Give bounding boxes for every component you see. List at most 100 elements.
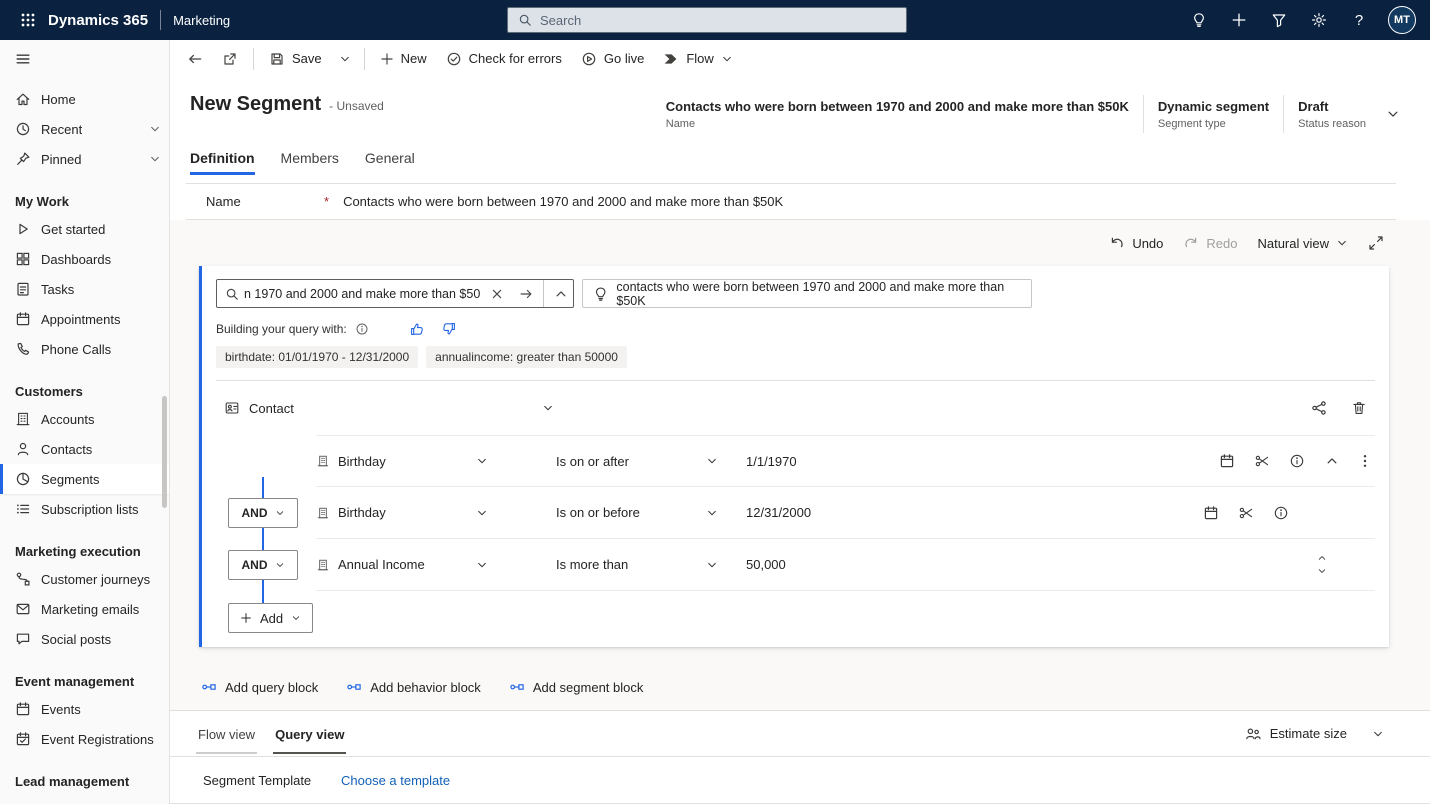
sidebar-item-phone-calls[interactable]: Phone Calls: [0, 334, 169, 364]
help-button[interactable]: ?: [1340, 0, 1378, 40]
sidebar-item-contacts[interactable]: Contacts: [0, 434, 169, 464]
add-segment-block-button[interactable]: Add segment block: [509, 679, 644, 695]
tab-members[interactable]: Members: [281, 150, 339, 175]
condition-value-input[interactable]: 12/31/2000: [746, 505, 1203, 520]
undo-button[interactable]: Undo: [1109, 235, 1163, 251]
sidebar-item-label: Appointments: [41, 312, 121, 327]
redo-button[interactable]: Redo: [1183, 235, 1237, 251]
sidebar-item-get-started[interactable]: Get started: [0, 214, 169, 244]
save-split-chevron[interactable]: [332, 44, 358, 74]
user-avatar[interactable]: MT: [1388, 6, 1416, 34]
quick-create-button[interactable]: [1220, 0, 1258, 40]
nl-query-input[interactable]: [244, 287, 480, 301]
operator-selector[interactable]: Is on or after: [556, 454, 718, 469]
more-options-icon[interactable]: [1357, 453, 1373, 469]
scissors-icon[interactable]: [1254, 453, 1270, 469]
waffle-icon[interactable]: [10, 0, 46, 40]
choose-template-link[interactable]: Choose a template: [341, 773, 450, 788]
chevron-down-icon[interactable]: [149, 153, 161, 165]
conjunction-selector[interactable]: AND: [228, 550, 298, 580]
add-condition-button[interactable]: Add: [228, 603, 313, 633]
stepper-up-icon[interactable]: [1317, 553, 1327, 563]
expand-header-chevron-icon[interactable]: [1386, 107, 1400, 121]
related-entity-icon[interactable]: [1311, 400, 1327, 416]
check-for-errors-button[interactable]: Check for errors: [437, 44, 571, 74]
flow-button[interactable]: Flow: [654, 44, 741, 74]
lightbulb-button[interactable]: [1180, 0, 1218, 40]
field-selector[interactable]: Annual Income: [316, 557, 488, 572]
conjunction-label: AND: [242, 506, 268, 520]
sidebar-item-event-registrations[interactable]: Event Registrations: [0, 724, 169, 754]
sidebar-item-dashboards[interactable]: Dashboards: [0, 244, 169, 274]
collapse-query-button[interactable]: [549, 280, 573, 307]
operator-selector[interactable]: Is more than: [556, 557, 718, 572]
global-search-input[interactable]: Search: [507, 7, 907, 33]
sidebar-item-label: Home: [41, 92, 76, 107]
app-title[interactable]: Dynamics 365: [48, 12, 148, 29]
open-in-new-window-button[interactable]: [213, 44, 247, 74]
operator-selector[interactable]: Is on or before: [556, 505, 718, 520]
conjunction-selector[interactable]: AND: [228, 498, 298, 528]
query-suggestion[interactable]: contacts who were born between 1970 and …: [582, 279, 1032, 308]
sidebar-item-events[interactable]: Events: [0, 694, 169, 724]
pin-icon: [15, 151, 31, 167]
delete-block-icon[interactable]: [1351, 400, 1367, 416]
redo-label: Redo: [1206, 236, 1237, 251]
sidebar-item-marketing-emails[interactable]: Marketing emails: [0, 594, 169, 624]
condition-value-input[interactable]: 1/1/1970: [746, 454, 1219, 469]
sidebar-item-social-posts[interactable]: Social posts: [0, 624, 169, 654]
add-query-block-button[interactable]: Add query block: [201, 679, 318, 695]
thumbs-down-icon[interactable]: [441, 321, 457, 337]
view-selector[interactable]: Natural view: [1257, 236, 1348, 251]
save-button[interactable]: Save: [260, 44, 331, 74]
sidebar-item-home[interactable]: Home: [0, 84, 169, 114]
sidebar-item-accounts[interactable]: Accounts: [0, 404, 169, 434]
chevron-down-icon[interactable]: [1372, 728, 1384, 740]
datepicker-icon[interactable]: [1203, 505, 1219, 521]
sidebar-item-appointments[interactable]: Appointments: [0, 304, 169, 334]
info-icon[interactable]: [1289, 453, 1305, 469]
tab-query-view[interactable]: Query view: [273, 713, 346, 754]
new-button[interactable]: New: [371, 44, 436, 74]
thumbs-up-icon[interactable]: [409, 321, 425, 337]
sidebar-item-customer-journeys[interactable]: Customer journeys: [0, 564, 169, 594]
add-behavior-block-button[interactable]: Add behavior block: [346, 679, 481, 695]
sidebar-item-segments[interactable]: Segments: [0, 464, 169, 494]
estimate-size-button[interactable]: Estimate size: [1245, 726, 1384, 742]
operator-name: Is more than: [556, 557, 628, 572]
chevron-down-icon[interactable]: [149, 123, 161, 135]
tab-definition[interactable]: Definition: [190, 150, 255, 175]
entity-selector[interactable]: Contact: [224, 400, 554, 416]
app-area-name[interactable]: Marketing: [173, 13, 230, 28]
clear-query-button[interactable]: [485, 280, 509, 307]
collapse-row-icon[interactable]: [1325, 454, 1339, 468]
sitemap-toggle-button[interactable]: [0, 40, 169, 78]
sidebar-scrollbar[interactable]: [162, 396, 167, 508]
scissors-icon[interactable]: [1238, 505, 1254, 521]
sidebar-item-subscription-lists[interactable]: Subscription lists: [0, 494, 169, 524]
condition-value-input[interactable]: 50,000: [746, 557, 1317, 572]
sidebar-section-lead-management: Lead management: [0, 768, 169, 794]
tab-flow-view[interactable]: Flow view: [196, 713, 257, 754]
sidebar-item-tasks[interactable]: Tasks: [0, 274, 169, 304]
number-stepper[interactable]: [1317, 553, 1327, 576]
info-icon[interactable]: [355, 322, 369, 336]
field-selector[interactable]: Birthday: [316, 505, 488, 520]
sidebar-item-label: Segments: [41, 472, 100, 487]
stepper-down-icon[interactable]: [1317, 566, 1327, 576]
field-selector[interactable]: Birthday: [316, 454, 488, 469]
filter-button[interactable]: [1260, 0, 1298, 40]
datepicker-icon[interactable]: [1219, 453, 1235, 469]
back-button[interactable]: [178, 44, 212, 74]
sidebar-item-pinned[interactable]: Pinned: [0, 144, 169, 174]
submit-query-button[interactable]: [514, 280, 538, 307]
go-live-button[interactable]: Go live: [572, 44, 653, 74]
sidebar-item-recent[interactable]: Recent: [0, 114, 169, 144]
add-condition-label: Add: [260, 611, 283, 626]
name-field-value[interactable]: Contacts who were born between 1970 and …: [343, 194, 783, 209]
tab-general[interactable]: General: [365, 150, 415, 175]
settings-button[interactable]: [1300, 0, 1338, 40]
fullscreen-button[interactable]: [1368, 235, 1384, 251]
info-icon[interactable]: [1273, 505, 1289, 521]
sidebar-item-label: Customer journeys: [41, 572, 150, 587]
